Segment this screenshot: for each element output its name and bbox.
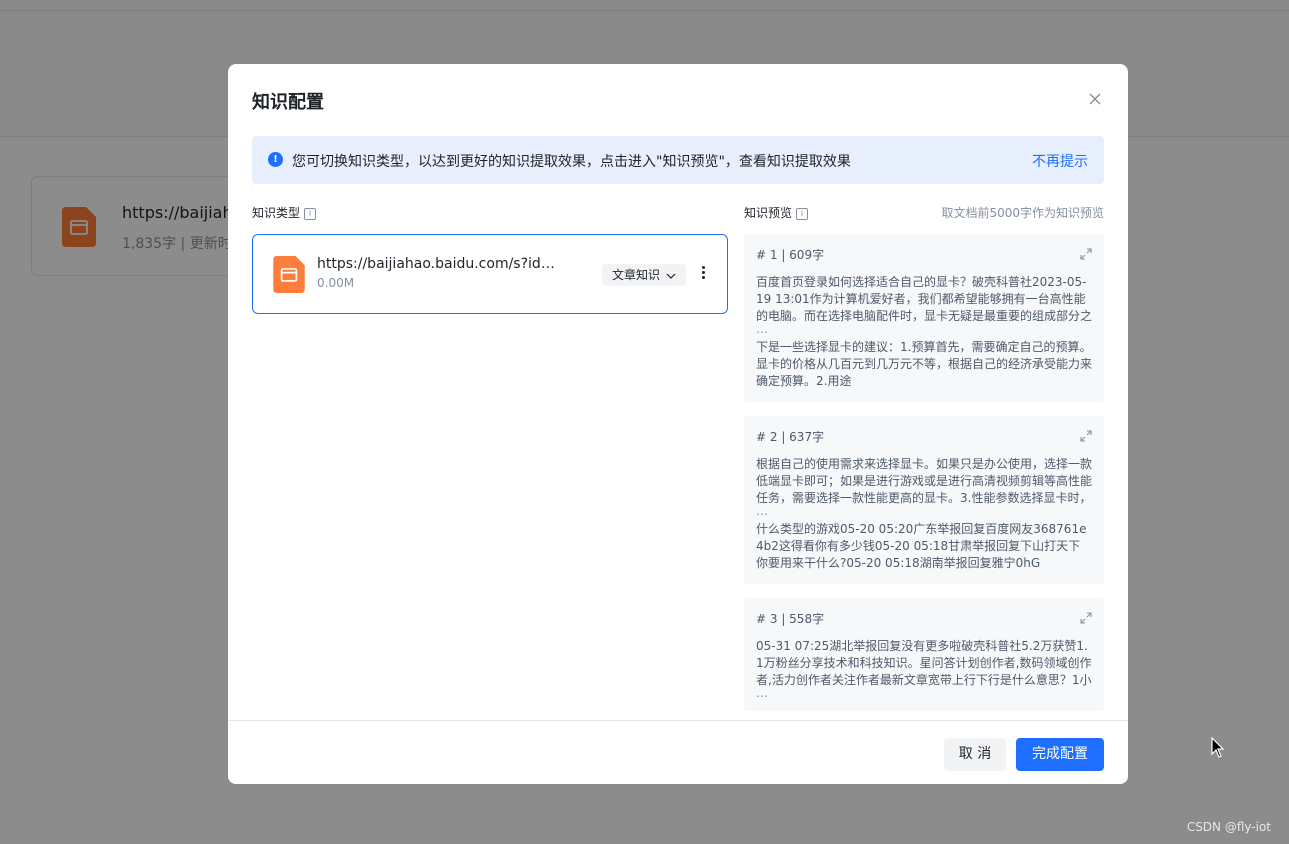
source-url: https://baijiahao.baidu.com/s?id=17…	[317, 256, 557, 272]
chunk-ellipsis: …	[756, 686, 768, 700]
chunk-text: 百度首页登录如何选择适合自己的显卡？破壳科普社2023-05-19 13:01作…	[756, 275, 1092, 323]
dismiss-alert-link[interactable]: 不再提示	[1032, 151, 1088, 171]
chunk-text: 根据自己的使用需求来选择显卡。如果只是办公使用，选择一款低端显卡即可；如果是进行…	[756, 457, 1092, 505]
complete-config-button[interactable]: 完成配置	[1016, 738, 1104, 771]
preview-list[interactable]: # 1 | 609字 百度首页登录如何选择适合自己的显卡？破壳科普社2023-0…	[744, 234, 1104, 720]
dialog-footer: 取 消 完成配置	[228, 720, 1128, 784]
dialog-title: 知识配置	[252, 92, 324, 113]
chevron-down-icon	[666, 273, 676, 279]
expand-icon[interactable]	[1080, 248, 1092, 260]
chunk-header: # 1 | 609字	[756, 248, 825, 262]
more-options-icon[interactable]	[699, 266, 707, 282]
cancel-button[interactable]: 取 消	[944, 738, 1006, 771]
mouse-cursor-icon	[1211, 737, 1225, 758]
expand-icon[interactable]	[1080, 612, 1092, 624]
info-icon: !	[268, 152, 283, 167]
knowledge-preview-heading: 知识预览 i	[744, 204, 809, 221]
info-tooltip-icon[interactable]: i	[796, 207, 809, 220]
preview-chunk: # 2 | 637字 根据自己的使用需求来选择显卡。如果只是办公使用，选择一款低…	[744, 416, 1104, 584]
chunk-text: 什么类型的游戏05-20 05:20广东举报回复百度网友368761e4b2这得…	[756, 522, 1087, 570]
web-file-icon	[273, 256, 305, 293]
chunk-text: 05-31 07:25湖北举报回复没有更多啦破壳科普社5.2万获赞1.1万粉丝分…	[756, 639, 1092, 687]
info-alert: ! 您可切换知识类型，以达到更好的知识提取效果，点击进入"知识预览"，查看知识提…	[252, 136, 1104, 184]
source-file-card[interactable]: https://baijiahao.baidu.com/s?id=17… 0.0…	[252, 234, 728, 314]
knowledge-type-select[interactable]: 文章知识	[602, 264, 687, 286]
knowledge-type-heading: 知识类型 i	[252, 204, 317, 221]
alert-text: 您可切换知识类型，以达到更好的知识提取效果，点击进入"知识预览"，查看知识提取效…	[292, 154, 851, 170]
chunk-text: 下是一些选择显卡的建议：1.预算首先，需要确定自己的预算。显卡的价格从几百元到几…	[756, 340, 1093, 388]
source-size: 0.00M	[317, 276, 355, 290]
preview-hint: 取文档前5000字作为知识预览	[941, 206, 1104, 220]
expand-icon[interactable]	[1080, 430, 1092, 442]
chunk-ellipsis: …	[756, 504, 768, 518]
chunk-header: # 3 | 558字	[756, 612, 825, 626]
knowledge-type-label: 知识类型	[252, 206, 301, 220]
watermark: CSDN @fly-iot	[1186, 820, 1271, 834]
knowledge-type-value: 文章知识	[612, 268, 661, 282]
preview-chunk: # 1 | 609字 百度首页登录如何选择适合自己的显卡？破壳科普社2023-0…	[744, 234, 1104, 402]
close-icon[interactable]	[1086, 90, 1104, 108]
chunk-ellipsis: …	[756, 322, 768, 336]
knowledge-preview-label: 知识预览	[744, 206, 793, 220]
info-tooltip-icon[interactable]: i	[304, 207, 317, 220]
preview-chunk: # 3 | 558字 05-31 07:25湖北举报回复没有更多啦破壳科普社5.…	[744, 598, 1104, 711]
knowledge-config-dialog: 知识配置 ! 您可切换知识类型，以达到更好的知识提取效果，点击进入"知识预览"，…	[228, 64, 1128, 784]
chunk-header: # 2 | 637字	[756, 430, 825, 444]
